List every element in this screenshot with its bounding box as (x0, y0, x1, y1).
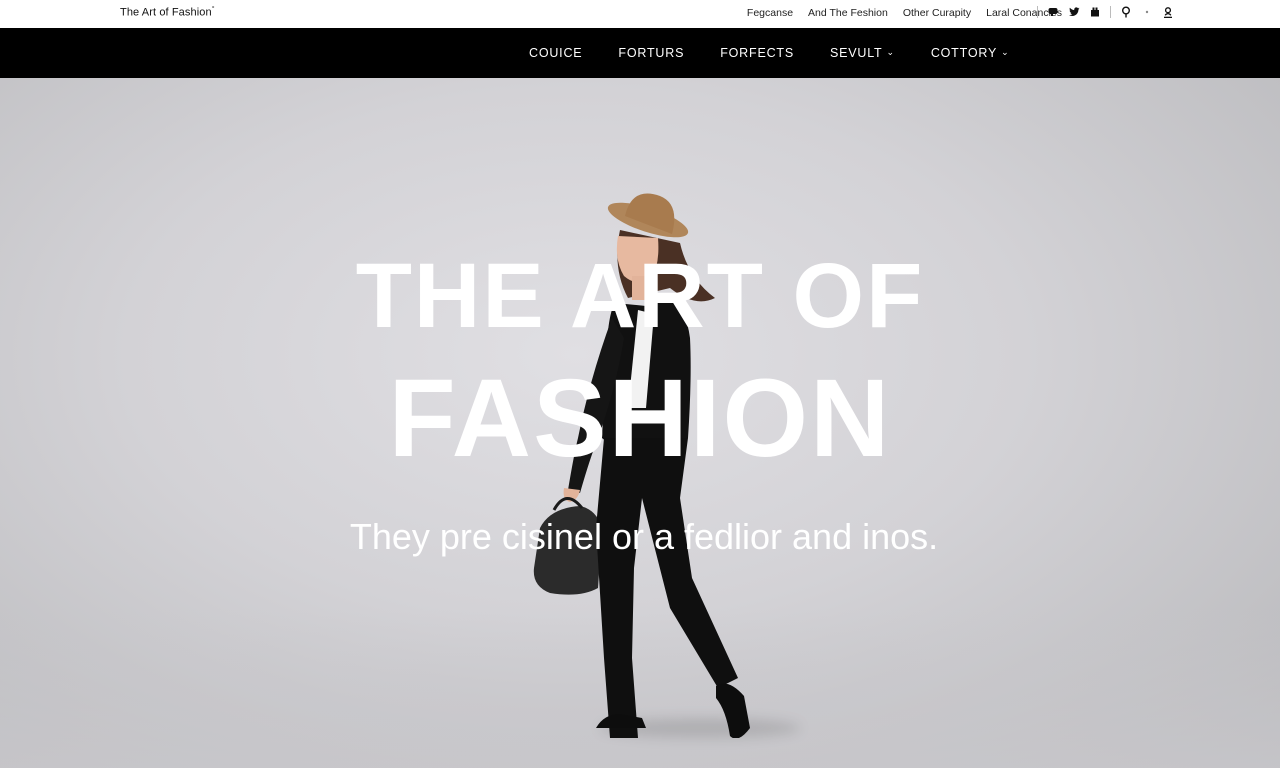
brand-logo[interactable]: The Art of Fashion° (120, 6, 215, 19)
utility-link-2[interactable]: And The Feshion (808, 7, 888, 19)
nav-item-label: COTTORY (930, 46, 998, 60)
hero-headline-line1: THE ART OF (355, 245, 925, 347)
utility-icons (1037, 5, 1174, 19)
chevron-down-icon: ⌄ (886, 46, 895, 57)
divider (1037, 6, 1038, 18)
nav-item-forfects[interactable]: FORFECTS (720, 46, 794, 60)
nav-item-cottory[interactable]: COTTORY ⌄ (931, 46, 1010, 60)
brand-mark: ° (211, 6, 215, 13)
main-nav: COUICE FORTURS FORFECTS SEVULT ⌄ COTTORY ⌄ (0, 28, 1280, 78)
nav-item-label: FORTURS (618, 46, 685, 60)
nav-item-label: COUICE (529, 46, 583, 60)
user-icon[interactable] (1162, 5, 1174, 19)
nav-item-forturs[interactable]: FORTURS (618, 46, 684, 60)
utility-link-1[interactable]: Fegcanse (747, 7, 793, 19)
search-icon[interactable] (1120, 5, 1132, 19)
nav-item-sevult[interactable]: SEVULT ⌄ (830, 46, 895, 60)
twitter-icon[interactable] (1068, 5, 1080, 19)
nav-item-couice[interactable]: COUICE (529, 46, 582, 60)
hero-tagline: They pre cisinel or a fedlior and inos. (349, 516, 939, 557)
utility-links: Fegcanse And The Feshion Other Curapity … (747, 7, 1062, 19)
brand-name: The Art of Fashion (120, 6, 212, 19)
hero-banner: THE ART OF FASHION They pre cisinel or a… (0, 78, 1280, 768)
share-icon[interactable] (1089, 5, 1101, 19)
chevron-down-icon: ⌄ (1001, 46, 1010, 57)
nav-item-label: SEVULT (829, 46, 883, 60)
chat-icon[interactable] (1047, 5, 1059, 19)
nav-item-label: FORFECTS (720, 46, 794, 60)
utility-link-3[interactable]: Other Curapity (903, 7, 971, 19)
dot-icon (1141, 5, 1153, 19)
divider (1110, 6, 1111, 18)
utility-bar: The Art of Fashion° Fegcanse And The Fes… (0, 0, 1280, 28)
hero-headline-line2: FASHION (388, 357, 892, 480)
